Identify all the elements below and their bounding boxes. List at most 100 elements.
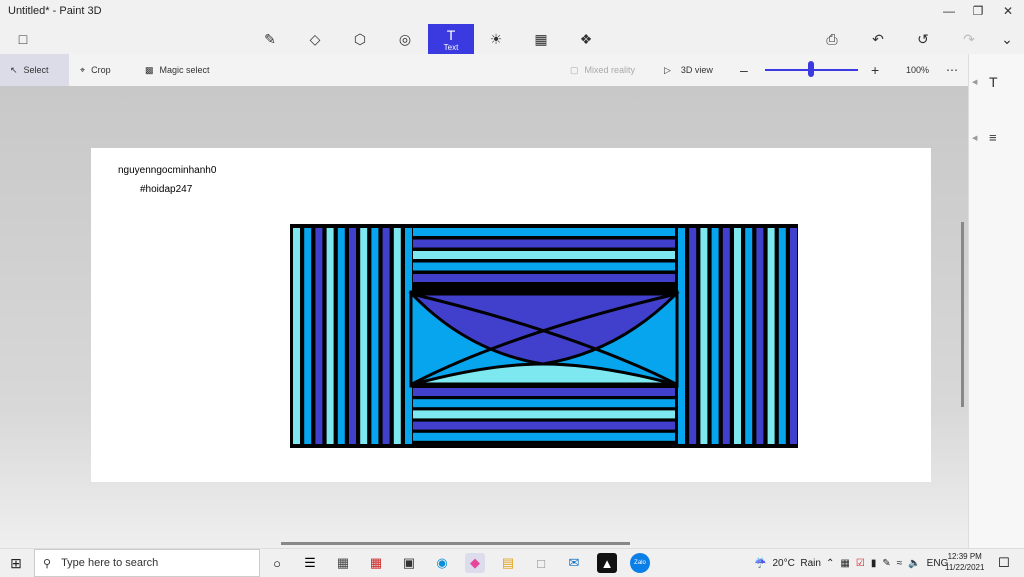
app-icon[interactable]: ▲ bbox=[597, 553, 617, 573]
text-icon: T bbox=[446, 26, 456, 43]
text-tool-button[interactable]: T Text bbox=[428, 24, 474, 54]
cursor-icon: ↖ bbox=[10, 64, 18, 75]
weather-widget[interactable]: ☔ 20°C Rain bbox=[754, 549, 821, 577]
wifi-icon[interactable]: ≈ bbox=[897, 558, 903, 569]
vertical-stripe bbox=[689, 228, 697, 444]
antivirus-icon[interactable]: ☑ bbox=[856, 558, 865, 569]
zalo-icon[interactable]: Zalo bbox=[630, 553, 650, 573]
history-icon[interactable]: ↺ bbox=[906, 24, 940, 54]
horizontal-stripe bbox=[413, 432, 675, 441]
paint-3d-icon[interactable]: ◆ bbox=[465, 553, 485, 573]
vertical-stripe bbox=[790, 228, 797, 444]
stickers-icon[interactable]: ◎ bbox=[388, 24, 422, 54]
paste-icon[interactable]: ⎙ bbox=[815, 24, 849, 54]
canvas-text-hashtag[interactable]: #hoidap247 bbox=[140, 184, 192, 195]
clock[interactable]: 12:39 PM 11/22/2021 bbox=[945, 551, 984, 573]
2d-shapes-icon[interactable]: ◇ bbox=[298, 24, 332, 54]
zoom-out-button[interactable]: – bbox=[740, 54, 748, 86]
zoom-slider-thumb[interactable] bbox=[808, 61, 814, 77]
menu-folder-icon[interactable]: □ bbox=[6, 24, 40, 54]
horizontal-stripe bbox=[413, 410, 675, 419]
redo-icon[interactable]: ↷ bbox=[952, 24, 986, 54]
collapse-left-icon[interactable]: ◀ bbox=[972, 78, 977, 86]
vertical-stripe bbox=[371, 228, 379, 444]
drawn-artwork[interactable] bbox=[288, 222, 800, 452]
horizontal-scrollbar[interactable] bbox=[281, 542, 630, 545]
gift-app-icon[interactable]: ▦ bbox=[366, 553, 386, 573]
collapse-left-icon[interactable]: ◀ bbox=[972, 134, 977, 142]
mixed-reality-label: Mixed reality bbox=[584, 65, 636, 75]
edge-icon[interactable]: ◉ bbox=[432, 553, 452, 573]
magic-select-icon: ▩ bbox=[145, 64, 154, 75]
mixed-reality-button[interactable]: ▢ Mixed reality bbox=[570, 54, 635, 86]
select-button[interactable]: ↖ Select bbox=[0, 54, 69, 86]
notepad-icon[interactable]: □ bbox=[531, 553, 551, 573]
horizontal-stripe bbox=[413, 274, 675, 282]
task-view-icon[interactable]: ☰ bbox=[300, 553, 320, 573]
vertical-stripe bbox=[393, 228, 401, 444]
crop-button[interactable]: ⌖ Crop bbox=[80, 54, 111, 86]
search-icon: ⚲ bbox=[43, 557, 52, 570]
notifications-icon[interactable]: ☐ bbox=[994, 553, 1014, 573]
horizontal-stripe bbox=[413, 262, 675, 271]
clock-time: 12:39 PM bbox=[947, 552, 982, 561]
adjust-panel-icon[interactable]: ≡ bbox=[989, 130, 997, 145]
vertical-scrollbar[interactable] bbox=[961, 222, 964, 407]
vertical-stripe bbox=[337, 228, 345, 444]
vertical-stripe bbox=[678, 228, 685, 444]
maximize-button[interactable]: ❐ bbox=[963, 0, 993, 22]
show-hidden-icons[interactable]: ⌃ bbox=[826, 558, 834, 569]
file-explorer-icon[interactable]: ▤ bbox=[498, 553, 518, 573]
brushes-icon[interactable]: ✎ bbox=[253, 24, 287, 54]
undo-icon[interactable]: ↶ bbox=[861, 24, 895, 54]
vertical-stripe bbox=[778, 228, 786, 444]
vertical-stripe bbox=[767, 228, 775, 444]
text-tool-label: Text bbox=[443, 42, 459, 52]
more-options-button[interactable]: ⋯ bbox=[946, 54, 958, 86]
title-bar: Untitled* - Paint 3D — ❐ ✕ □ ✎ ◇ ⬡ ◎ T T… bbox=[0, 0, 1024, 54]
cortana-icon[interactable]: ○ bbox=[267, 553, 287, 573]
close-button[interactable]: ✕ bbox=[993, 0, 1023, 22]
vertical-stripe bbox=[315, 228, 323, 444]
expand-chevron-icon[interactable]: ⌄ bbox=[990, 24, 1024, 54]
vertical-stripe bbox=[722, 228, 730, 444]
3d-view-label: 3D view bbox=[680, 65, 713, 75]
side-panel: T ≡ ◀ ◀ bbox=[968, 54, 1024, 548]
vertical-stripe bbox=[293, 228, 300, 444]
horizontal-stripe bbox=[413, 239, 675, 248]
windows-start-icon[interactable]: ⊞ bbox=[6, 553, 26, 573]
pen-icon[interactable]: ✎ bbox=[882, 558, 890, 569]
vertical-stripe bbox=[756, 228, 764, 444]
text-panel-icon[interactable]: T bbox=[989, 74, 998, 90]
3d-shapes-icon[interactable]: ⬡ bbox=[343, 24, 377, 54]
3d-library-icon[interactable]: ❖ bbox=[569, 24, 603, 54]
store-icon[interactable]: ▣ bbox=[399, 553, 419, 573]
vertical-stripe bbox=[349, 228, 356, 444]
minimize-button[interactable]: — bbox=[934, 0, 964, 22]
taskbar: ⊞ ⚲ Type here to search ○ ☰ ▦ ▦ ▣ ◉ ◆ ▤ … bbox=[0, 548, 1024, 577]
zoom-in-button[interactable]: + bbox=[871, 54, 879, 86]
horizontal-stripe bbox=[413, 399, 675, 408]
3d-view-button[interactable]: ▷ 3D view bbox=[664, 54, 713, 86]
mail-icon[interactable]: ✉ bbox=[564, 553, 584, 573]
canvas-icon[interactable]: ▦ bbox=[524, 24, 558, 54]
volume-icon[interactable]: 🔈 bbox=[908, 558, 920, 569]
battery-icon[interactable]: ▮ bbox=[871, 558, 877, 569]
taskbar-search[interactable]: ⚲ Type here to search bbox=[34, 549, 260, 577]
system-tray: ⌃ ▦ ☑ ▮ ✎ ≈ 🔈 ENG bbox=[826, 549, 948, 577]
tray-app-icon[interactable]: ▦ bbox=[840, 558, 849, 569]
vertical-stripe bbox=[734, 228, 741, 444]
magic-select-button[interactable]: ▩ Magic select bbox=[145, 54, 210, 86]
clock-date: 11/22/2021 bbox=[945, 563, 985, 572]
window-title: Untitled* - Paint 3D bbox=[8, 5, 102, 17]
magic-select-label: Magic select bbox=[159, 65, 210, 75]
vertical-stripe bbox=[745, 228, 753, 444]
horizontal-stripe bbox=[413, 388, 675, 396]
calculator-icon[interactable]: ▦ bbox=[333, 553, 353, 573]
3d-view-icon: ▷ bbox=[664, 64, 671, 75]
horizontal-stripe bbox=[413, 251, 675, 259]
canvas-text-username[interactable]: nguyenngocminhanh0 bbox=[118, 165, 216, 176]
effects-icon[interactable]: ☀ bbox=[479, 24, 513, 54]
horizontal-stripe bbox=[413, 228, 675, 236]
zoom-percentage: 100% bbox=[906, 65, 930, 75]
